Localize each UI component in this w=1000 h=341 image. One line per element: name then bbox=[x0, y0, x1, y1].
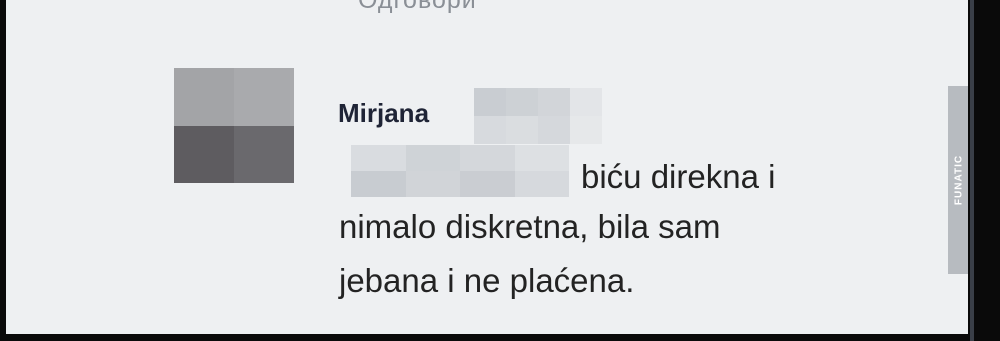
comment-text-line: nimalo diskretna, bila sam bbox=[339, 208, 721, 245]
avatar-pixel bbox=[174, 126, 234, 183]
watermark-text: FUNATIC bbox=[953, 154, 965, 206]
avatar-pixel bbox=[174, 68, 234, 126]
screenshot-frame: Одговори Mirjana biću direkna i nimalo d… bbox=[0, 0, 1000, 341]
comment-text-line: jebana i ne plaćena. bbox=[339, 262, 635, 299]
reply-link[interactable]: Одговори bbox=[358, 0, 477, 15]
avatar-pixel bbox=[234, 68, 294, 126]
avatar-pixel bbox=[234, 126, 294, 183]
watermark: FUNATIC bbox=[948, 86, 968, 274]
redacted-text bbox=[351, 145, 569, 197]
comment-screen: Одговори Mirjana biću direkna i nimalo d… bbox=[6, 0, 968, 334]
comment-author[interactable]: Mirjana bbox=[338, 98, 429, 129]
avatar[interactable] bbox=[174, 68, 294, 183]
redacted-surname bbox=[474, 88, 602, 144]
comment-text-line: biću direkna i bbox=[581, 158, 776, 195]
frame-stripe bbox=[970, 0, 974, 341]
